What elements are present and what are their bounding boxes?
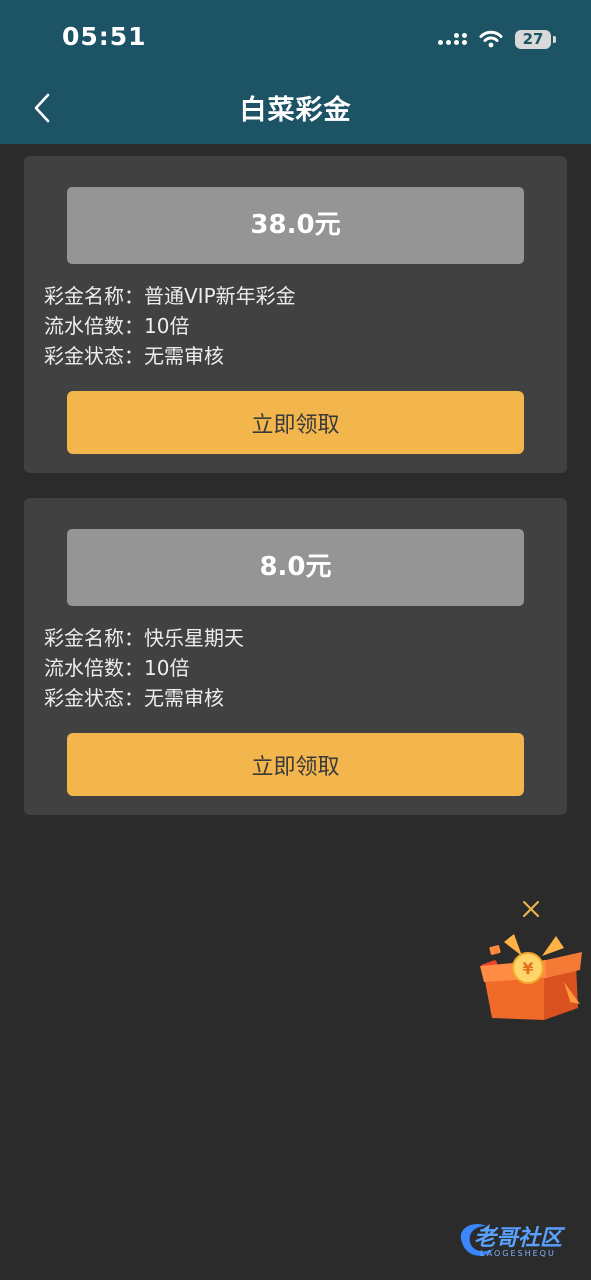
status-time: 05:51 — [62, 22, 147, 51]
bonus-multiplier: 流水倍数：10倍 — [44, 314, 190, 338]
wifi-icon — [479, 30, 503, 48]
bonus-name: 彩金名称：快乐星期天 — [44, 626, 244, 650]
battery-icon: 27 — [515, 29, 556, 49]
close-icon[interactable] — [520, 898, 542, 920]
bonus-status: 彩金状态：无需审核 — [44, 686, 224, 710]
battery-level: 27 — [522, 29, 544, 48]
bonus-amount: 8.0元 — [67, 529, 524, 606]
status-icons: 27 — [438, 26, 556, 52]
claim-button[interactable]: 立即领取 — [67, 391, 524, 454]
svg-text:¥: ¥ — [522, 959, 533, 978]
bonus-multiplier: 流水倍数：10倍 — [44, 656, 190, 680]
watermark-subtext: LAOGESHEQU — [480, 1249, 556, 1258]
watermark-text: 老哥社区 — [474, 1226, 563, 1251]
claim-button[interactable]: 立即领取 — [67, 733, 524, 796]
bonus-card: 8.0元 彩金名称：快乐星期天 流水倍数：10倍 彩金状态：无需审核 立即领取 — [24, 498, 567, 815]
bonus-name: 彩金名称：普通VIP新年彩金 — [44, 284, 296, 308]
watermark-logo: 老哥社区 LAOGESHEQU — [452, 1218, 582, 1264]
page-title: 白菜彩金 — [239, 95, 352, 126]
bonus-status: 彩金状态：无需审核 — [44, 344, 224, 368]
bonus-card: 38.0元 彩金名称：普通VIP新年彩金 流水倍数：10倍 彩金状态：无需审核 … — [24, 156, 567, 473]
bonus-amount: 38.0元 — [67, 187, 524, 264]
cellular-signal-icon — [438, 33, 467, 45]
gift-box-icon[interactable]: ¥ — [478, 926, 586, 1022]
header-bar: 05:51 27 白菜彩金 — [0, 0, 591, 144]
